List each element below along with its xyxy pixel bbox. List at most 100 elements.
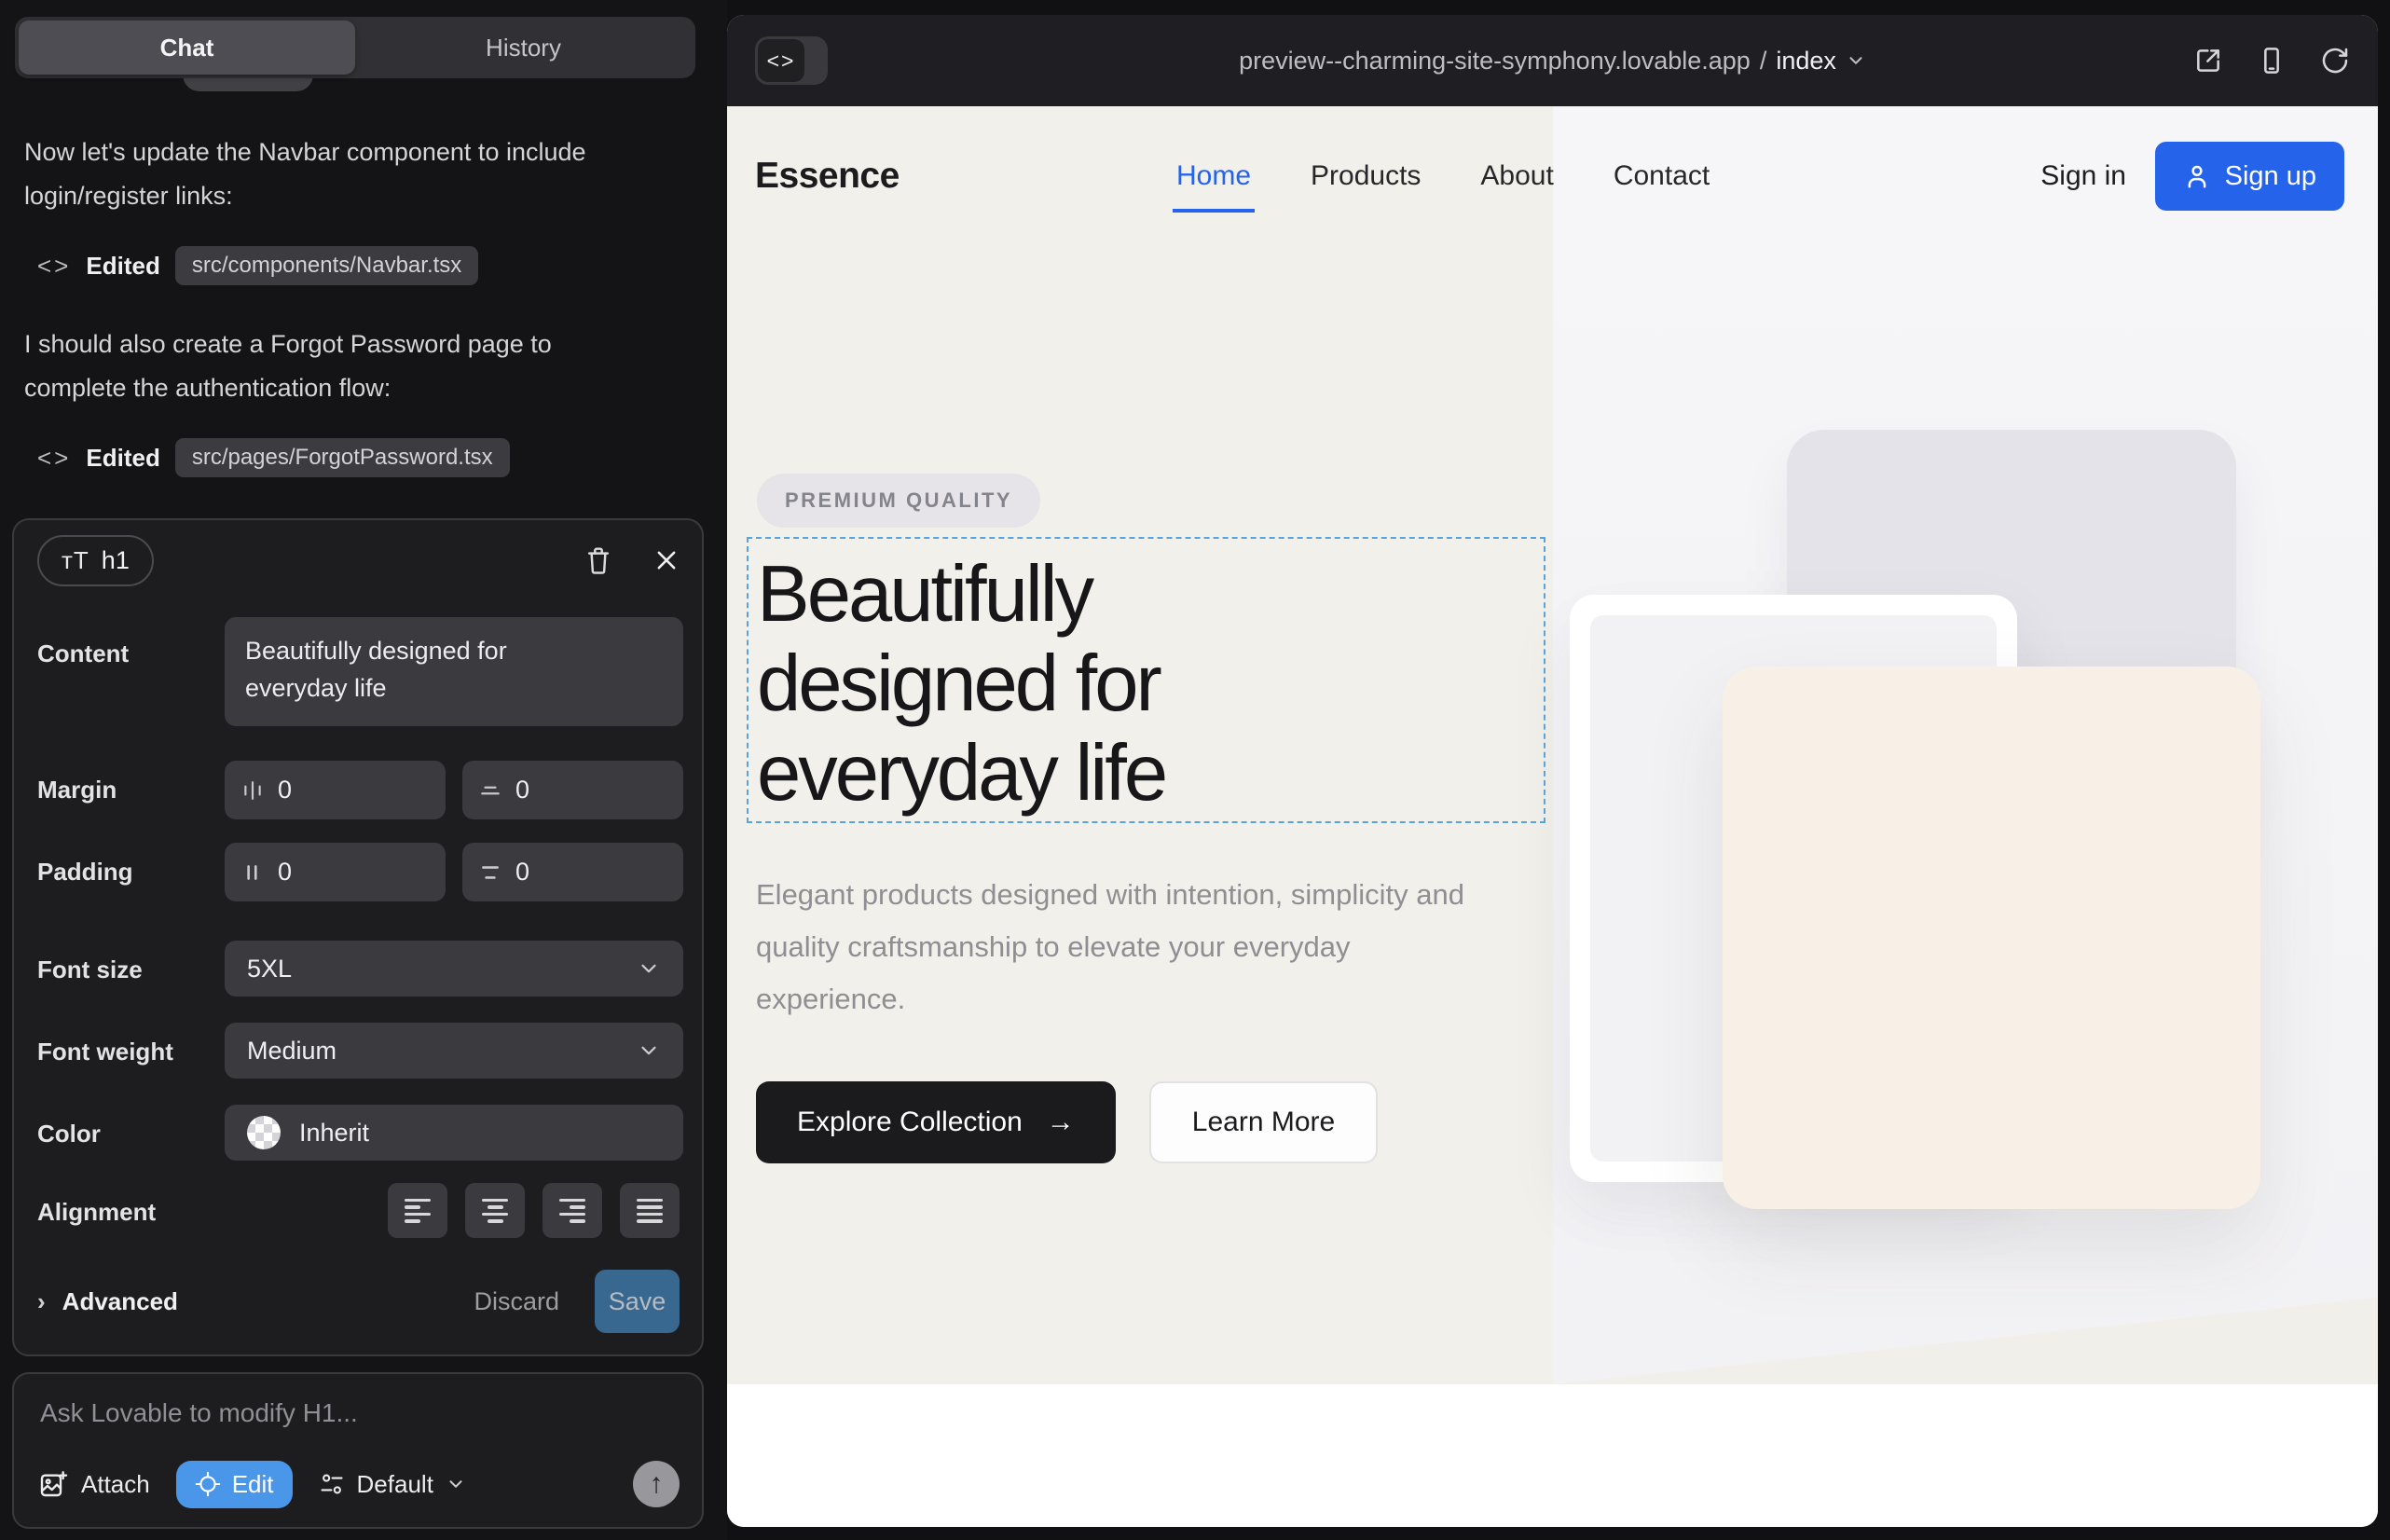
margin-x-input[interactable]: 0 xyxy=(225,761,446,819)
file-path-pill[interactable]: src/components/Navbar.tsx xyxy=(175,246,478,285)
align-left-button[interactable] xyxy=(388,1183,447,1238)
tab-chat[interactable]: Chat xyxy=(19,21,355,75)
mobile-icon xyxy=(2257,46,2287,76)
trash-icon xyxy=(584,545,612,575)
padding-y-icon xyxy=(479,861,501,884)
site-logo[interactable]: Essence xyxy=(755,156,900,197)
send-button[interactable]: ↑ xyxy=(633,1461,680,1507)
explore-collection-button[interactable]: Explore Collection → xyxy=(756,1081,1116,1163)
element-tag-pill[interactable]: тT h1 xyxy=(37,535,154,586)
padding-y-input[interactable]: 0 xyxy=(462,843,683,901)
color-select[interactable]: Inherit xyxy=(225,1105,683,1161)
nav-link-home[interactable]: Home xyxy=(1176,160,1251,192)
close-panel-button[interactable] xyxy=(653,547,680,573)
save-button[interactable]: Save xyxy=(595,1270,680,1333)
preview-window: <> preview--charming-site-symphony.lovab… xyxy=(727,15,2378,1527)
device-preview-button[interactable] xyxy=(2257,46,2287,76)
hero-heading: Beautifully designed for everyday life xyxy=(749,539,1544,818)
margin-y-icon xyxy=(479,779,501,802)
align-right-icon xyxy=(559,1199,585,1223)
learn-more-button[interactable]: Learn More xyxy=(1149,1081,1378,1163)
edited-file-row[interactable]: <> Edited src/components/Navbar.tsx xyxy=(37,246,699,285)
user-icon xyxy=(2183,162,2211,190)
align-justify-button[interactable] xyxy=(620,1183,680,1238)
chevron-down-icon xyxy=(637,1038,661,1063)
attach-button[interactable]: Attach xyxy=(38,1469,150,1499)
refresh-icon xyxy=(2320,46,2350,76)
transparency-swatch-icon xyxy=(247,1116,281,1149)
site-navbar: Essence Home Products About Contact Sign… xyxy=(727,106,2378,246)
open-external-button[interactable] xyxy=(2193,46,2223,76)
chrome-actions xyxy=(2193,46,2350,76)
premium-quality-badge: PREMIUM QUALITY xyxy=(757,474,1040,528)
align-center-icon xyxy=(482,1199,508,1223)
edited-file-row[interactable]: <> Edited src/pages/ForgotPassword.tsx xyxy=(37,438,699,477)
margin-label: Margin xyxy=(37,776,117,804)
url-domain: preview--charming-site-symphony.lovable.… xyxy=(1239,47,1751,76)
code-icon: <> xyxy=(758,39,804,82)
decorative-card-front xyxy=(1723,667,2260,1209)
external-link-icon xyxy=(2193,46,2223,76)
editor-footer: › Advanced Discard Save xyxy=(37,1270,680,1333)
sidebar-tabbar: Chat History xyxy=(15,17,695,78)
send-arrow-icon: ↑ xyxy=(650,1468,664,1500)
refresh-button[interactable] xyxy=(2320,46,2350,76)
composer-toolbar: Attach Edit Default ↑ xyxy=(38,1460,680,1508)
content-input[interactable]: Beautifully designed for everyday life xyxy=(225,617,683,726)
element-editor-panel: тT h1 Content Beautifully designed for e… xyxy=(12,518,704,1356)
sign-in-button[interactable]: Sign in xyxy=(2040,160,2126,192)
settings-sliders-icon xyxy=(319,1471,345,1497)
chevron-down-icon xyxy=(446,1474,466,1494)
color-label: Color xyxy=(37,1120,101,1148)
file-path-pill[interactable]: src/pages/ForgotPassword.tsx xyxy=(175,438,510,477)
font-weight-select[interactable]: Medium xyxy=(225,1023,683,1079)
hero-cta-row: Explore Collection → Learn More xyxy=(756,1081,1378,1163)
font-size-select[interactable]: 5XL xyxy=(225,941,683,997)
hero-paragraph: Elegant products designed with intention… xyxy=(756,869,1492,1025)
discard-button[interactable]: Discard xyxy=(474,1287,559,1316)
url-bar[interactable]: preview--charming-site-symphony.lovable.… xyxy=(727,15,2378,106)
chat-message: Now let's update the Navbar component to… xyxy=(24,131,658,218)
url-separator: / xyxy=(1760,47,1767,76)
lovable-app: Chat History Now let's update the Navbar… xyxy=(0,0,2390,1540)
code-icon: <> xyxy=(37,252,71,281)
sign-up-button[interactable]: Sign up xyxy=(2155,142,2344,211)
composer-placeholder[interactable]: Ask Lovable to modify H1... xyxy=(40,1398,358,1428)
advanced-toggle[interactable]: › Advanced xyxy=(37,1287,178,1316)
close-icon xyxy=(653,547,680,573)
typography-icon: тT xyxy=(62,546,89,575)
chat-messages: Now let's update the Navbar component to… xyxy=(24,131,699,515)
image-plus-icon xyxy=(38,1469,68,1499)
arrow-right-icon: → xyxy=(1047,1107,1075,1138)
preview-chrome-bar: <> preview--charming-site-symphony.lovab… xyxy=(727,15,2378,106)
font-size-label: Font size xyxy=(37,956,143,984)
chat-composer[interactable]: Ask Lovable to modify H1... Attach Edit … xyxy=(12,1372,704,1529)
chat-message: I should also create a Forgot Password p… xyxy=(24,323,658,410)
padding-label: Padding xyxy=(37,858,133,887)
margin-x-icon xyxy=(241,779,264,802)
tab-history[interactable]: History xyxy=(355,21,692,75)
code-icon: <> xyxy=(37,444,71,473)
margin-y-input[interactable]: 0 xyxy=(462,761,683,819)
edited-label: Edited xyxy=(86,444,159,473)
font-weight-label: Font weight xyxy=(37,1038,173,1066)
padding-x-input[interactable]: 0 xyxy=(225,843,446,901)
crosshair-icon xyxy=(195,1471,221,1497)
preview-content: Essence Home Products About Contact Sign… xyxy=(727,106,2378,1527)
align-center-button[interactable] xyxy=(465,1183,525,1238)
align-left-icon xyxy=(405,1199,431,1223)
mode-select-button[interactable]: Default xyxy=(319,1470,466,1499)
align-right-button[interactable] xyxy=(543,1183,602,1238)
code-view-toggle[interactable]: <> xyxy=(755,36,828,85)
delete-element-button[interactable] xyxy=(584,545,612,575)
nav-link-about[interactable]: About xyxy=(1480,160,1553,192)
nav-links: Home Products About Contact xyxy=(1176,160,1710,192)
align-justify-icon xyxy=(637,1199,663,1223)
edit-mode-button[interactable]: Edit xyxy=(176,1461,293,1508)
element-tag-name: h1 xyxy=(102,546,130,575)
content-label: Content xyxy=(37,639,129,668)
nav-link-products[interactable]: Products xyxy=(1311,160,1421,192)
padding-x-icon xyxy=(241,861,264,884)
h1-selection-outline[interactable]: Beautifully designed for everyday life xyxy=(747,537,1545,823)
nav-link-contact[interactable]: Contact xyxy=(1614,160,1710,192)
